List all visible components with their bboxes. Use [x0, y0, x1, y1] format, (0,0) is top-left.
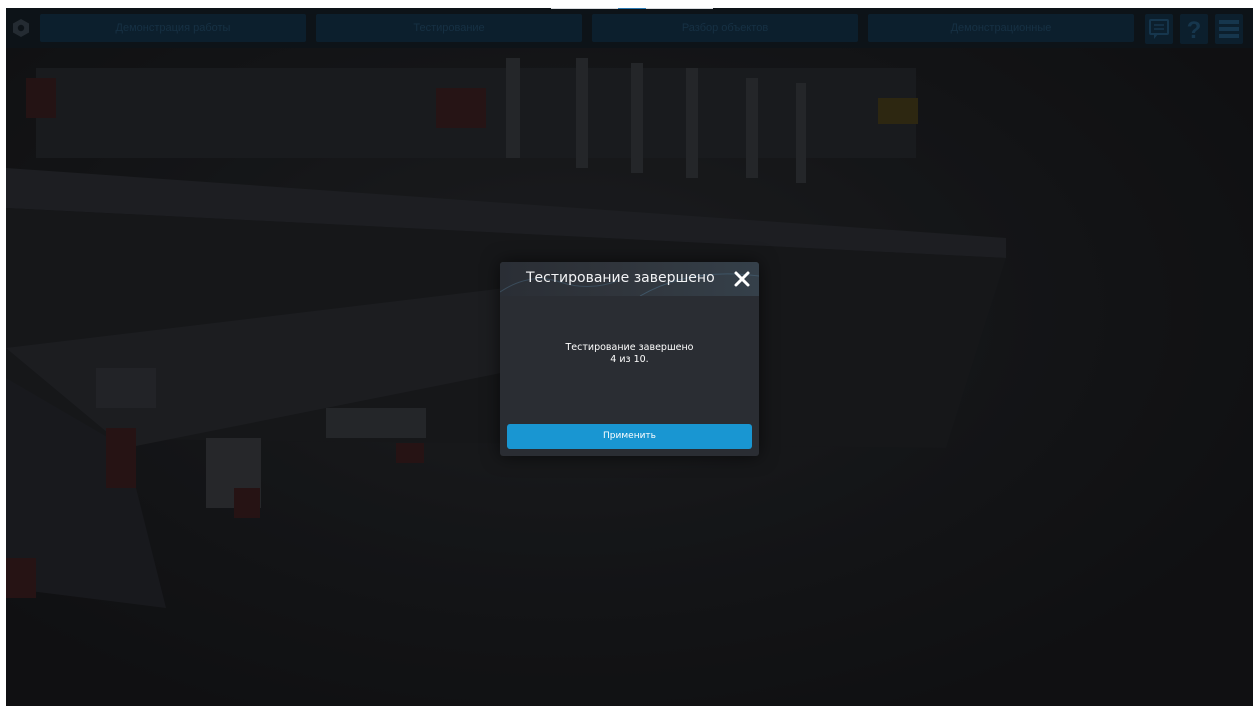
dialog-message: Тестирование завершено 4 из 10.: [500, 342, 759, 366]
close-button[interactable]: [732, 269, 752, 289]
message-line-2: 4 из 10.: [610, 354, 649, 365]
message-line-1: Тестирование завершено: [565, 342, 694, 353]
apply-button[interactable]: Применить: [507, 424, 752, 449]
app-window: Демонстрация работы Тестирование Разбор …: [6, 8, 1253, 706]
test-complete-dialog: Тестирование завершено Тестирование заве…: [500, 262, 759, 456]
dialog-title: Тестирование завершено: [526, 270, 715, 286]
top-edge-indicator-mark: [618, 8, 646, 9]
close-icon: [734, 271, 750, 287]
dialog-header: Тестирование завершено: [500, 262, 759, 296]
